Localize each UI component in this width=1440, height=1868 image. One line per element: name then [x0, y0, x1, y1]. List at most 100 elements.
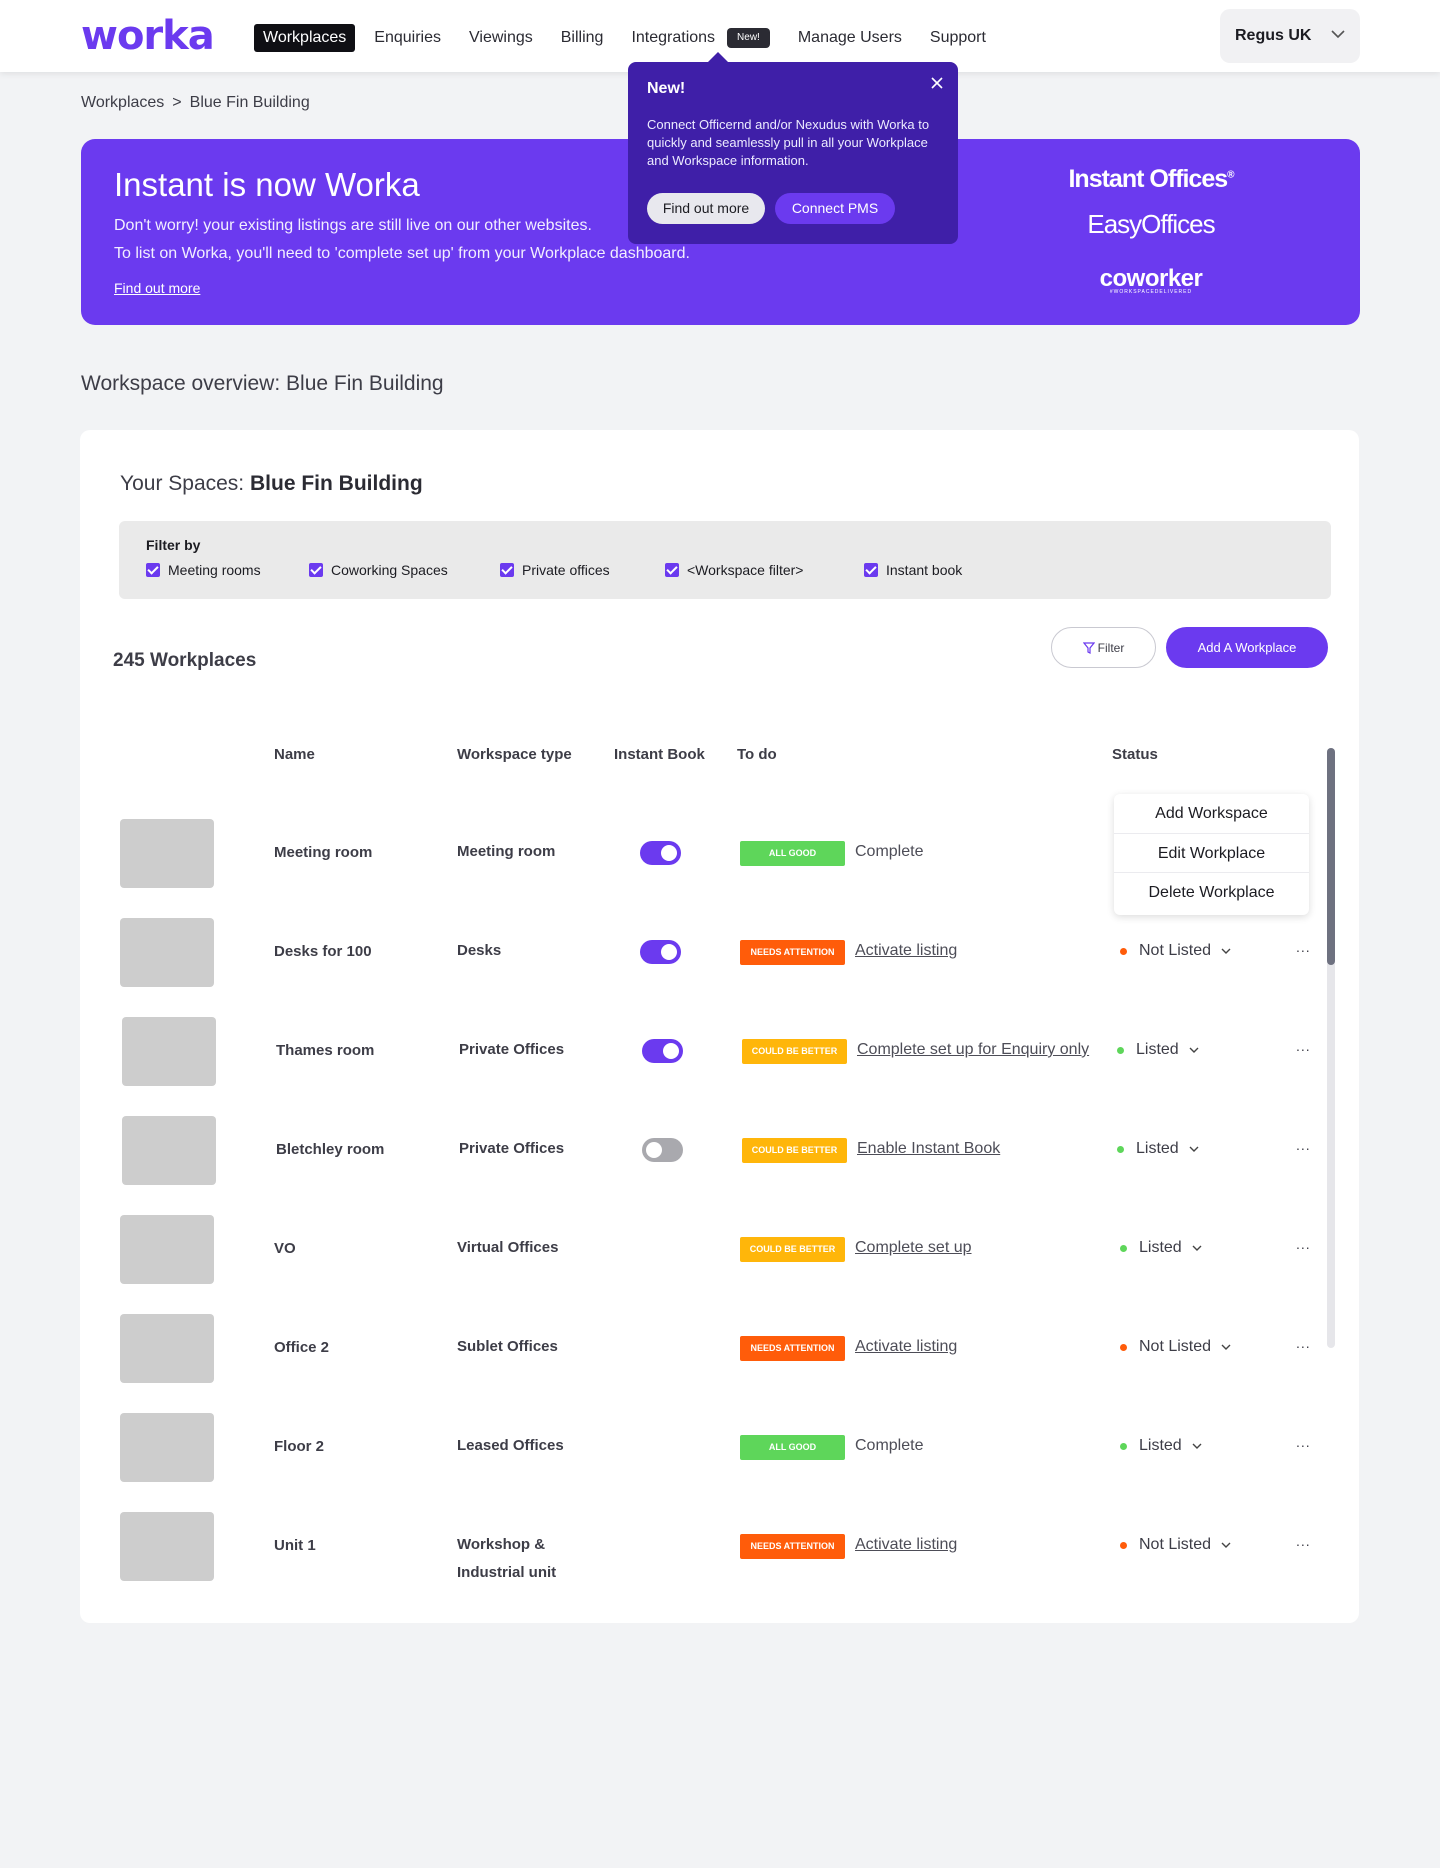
new-badge: New! — [727, 28, 770, 48]
table-row[interactable]: Bletchley room Private Offices COULD BE BE… — [0, 1101, 1440, 1200]
menu-delete-workplace[interactable]: Delete Workplace — [1114, 873, 1309, 913]
workspace-thumbnail — [120, 1512, 214, 1581]
chevron-down-icon — [1189, 1047, 1199, 1053]
listing-status-dropdown[interactable]: Listed — [1117, 1041, 1199, 1059]
workspace-thumbnail — [122, 1116, 216, 1185]
filter-workspace-filter[interactable]: <Workspace filter> — [665, 562, 803, 578]
listing-status-dropdown[interactable]: Listed — [1120, 1239, 1202, 1257]
filter-private-offices[interactable]: Private offices — [500, 562, 610, 578]
banner-find-out-more-link[interactable]: Find out more — [114, 280, 200, 296]
table-row[interactable]: Thames room Private Offices COULD BE BETTE… — [0, 1002, 1440, 1101]
chevron-down-icon — [1192, 1443, 1202, 1449]
workspace-name: VO — [274, 1240, 296, 1257]
todo-action-link[interactable]: Activate listing — [855, 1536, 957, 1554]
listing-status-dropdown[interactable]: Not Listed — [1120, 1536, 1231, 1554]
status-dot-icon — [1120, 1442, 1127, 1450]
table-row[interactable]: Unit 1 Workshop & Industrial unit NEEDS ATT… — [0, 1497, 1440, 1596]
table-row[interactable]: VO Virtual Offices COULD BE BETTER Complete… — [0, 1200, 1440, 1299]
row-more-actions-icon[interactable]: ... — [1296, 1236, 1311, 1252]
todo-action-link[interactable]: Complete set up for Enquiry only — [857, 1041, 1089, 1059]
nav-enquiries[interactable]: Enquiries — [374, 24, 441, 52]
row-more-actions-icon[interactable]: ... — [1296, 1335, 1311, 1351]
status-dot-icon — [1120, 1244, 1127, 1252]
add-workplace-button[interactable]: Add A Workplace — [1166, 627, 1328, 668]
listing-status-dropdown[interactable]: Not Listed — [1120, 1338, 1231, 1356]
status-badge: NEEDS ATTENTION — [740, 1336, 845, 1361]
column-header-instant-book: Instant Book — [614, 746, 705, 763]
breadcrumb-root[interactable]: Workplaces — [81, 94, 164, 112]
instant-book-toggle[interactable] — [640, 841, 681, 865]
chevron-down-icon — [1189, 1146, 1199, 1152]
main-nav: Workplaces Enquiries Viewings Billing In… — [254, 24, 1014, 52]
nav-support[interactable]: Support — [930, 24, 986, 52]
filter-meeting-rooms[interactable]: Meeting rooms — [146, 562, 261, 578]
todo-action-link[interactable]: Activate listing — [855, 1338, 957, 1356]
column-header-status: Status — [1112, 746, 1158, 763]
table-row[interactable]: Floor 2 Leased Offices ALL GOOD Complete Lis… — [0, 1398, 1440, 1497]
menu-add-workspace[interactable]: Add Workspace — [1114, 794, 1309, 834]
listing-status-dropdown[interactable]: Not Listed — [1120, 942, 1231, 960]
workspace-thumbnail — [120, 819, 214, 888]
breadcrumb-separator: > — [172, 94, 182, 111]
banner-text-2: To list on Worka, you'll need to 'comple… — [114, 245, 690, 262]
todo-text: Complete — [855, 843, 924, 860]
spaces-title: Your Spaces: Blue Fin Building — [120, 472, 423, 495]
find-out-more-button[interactable]: Find out more — [647, 193, 765, 224]
instant-book-toggle[interactable] — [642, 1039, 683, 1063]
nav-workplaces[interactable]: Workplaces — [254, 24, 356, 52]
row-more-actions-icon[interactable]: ... — [1296, 939, 1311, 955]
row-more-actions-icon[interactable]: ... — [1296, 1533, 1311, 1549]
instant-book-toggle[interactable] — [640, 940, 681, 964]
toggle-knob — [661, 944, 677, 960]
page-title: Workspace overview: Blue Fin Building — [81, 372, 444, 395]
listing-status-dropdown[interactable]: Listed — [1120, 1437, 1202, 1455]
listing-status-dropdown[interactable]: Listed — [1117, 1140, 1199, 1158]
table-row[interactable]: Office 2 Sublet Offices NEEDS ATTENTION Act… — [0, 1299, 1440, 1398]
close-icon[interactable] — [930, 76, 944, 90]
status-label: Listed — [1139, 1437, 1182, 1454]
workspace-name: Unit 1 — [274, 1537, 316, 1554]
instant-offices-logo: Instant Offices® — [1068, 165, 1234, 193]
workspace-type: Private Offices — [459, 1041, 565, 1058]
banner-text-1: Don't worry! your existing listings are … — [114, 217, 592, 234]
status-label: Not Listed — [1139, 1338, 1212, 1355]
filter-panel: Filter by Meeting rooms Coworking Spaces… — [119, 521, 1331, 599]
row-more-actions-icon[interactable]: ... — [1296, 1434, 1311, 1450]
connect-pms-button[interactable]: Connect PMS — [775, 193, 895, 224]
workspace-thumbnail — [120, 918, 214, 987]
workspace-type: Virtual Offices — [457, 1239, 559, 1256]
filter-instant-book[interactable]: Instant book — [864, 562, 962, 578]
todo-text: Complete — [855, 1437, 924, 1454]
nav-manage-users[interactable]: Manage Users — [798, 24, 902, 52]
menu-edit-workplace[interactable]: Edit Workplace — [1114, 834, 1309, 874]
breadcrumb-current: Blue Fin Building — [189, 94, 310, 111]
workspace-count: 245 Workplaces — [113, 650, 257, 671]
nav-billing[interactable]: Billing — [561, 24, 604, 52]
workspace-thumbnail — [120, 1413, 214, 1482]
checkbox-checked-icon — [309, 563, 323, 577]
workspace-thumbnail — [120, 1215, 214, 1284]
filter-coworking-spaces[interactable]: Coworking Spaces — [309, 562, 448, 578]
row-more-actions-icon[interactable]: ... — [1296, 1137, 1311, 1153]
todo-action-link[interactable]: Activate listing — [855, 942, 957, 960]
status-badge: COULD BE BETTER — [742, 1039, 847, 1064]
todo-action-link[interactable]: Enable Instant Book — [857, 1140, 1000, 1158]
filter-button[interactable]: Filter — [1051, 627, 1156, 668]
status-dot-icon — [1120, 1343, 1127, 1351]
worka-logo[interactable]: worka — [81, 14, 215, 58]
workspace-thumbnail — [122, 1017, 216, 1086]
row-more-actions-icon[interactable]: ... — [1296, 1038, 1311, 1054]
table-row[interactable]: Desks for 100 Desks NEEDS ATTENTION Activat… — [0, 903, 1440, 1002]
checkbox-checked-icon — [146, 563, 160, 577]
chevron-down-icon — [1331, 30, 1345, 39]
nav-integrations[interactable]: Integrations — [631, 24, 715, 52]
workspace-thumbnail — [120, 1314, 214, 1383]
todo-action-link[interactable]: Complete set up — [855, 1239, 972, 1257]
checkbox-checked-icon — [665, 563, 679, 577]
status-label: Listed — [1136, 1041, 1179, 1058]
status-badge: NEEDS ATTENTION — [740, 940, 845, 965]
instant-book-toggle[interactable] — [642, 1138, 683, 1162]
nav-viewings[interactable]: Viewings — [469, 24, 533, 52]
scrollbar-thumb[interactable] — [1327, 748, 1335, 965]
account-switcher[interactable]: Regus UK — [1220, 9, 1360, 63]
